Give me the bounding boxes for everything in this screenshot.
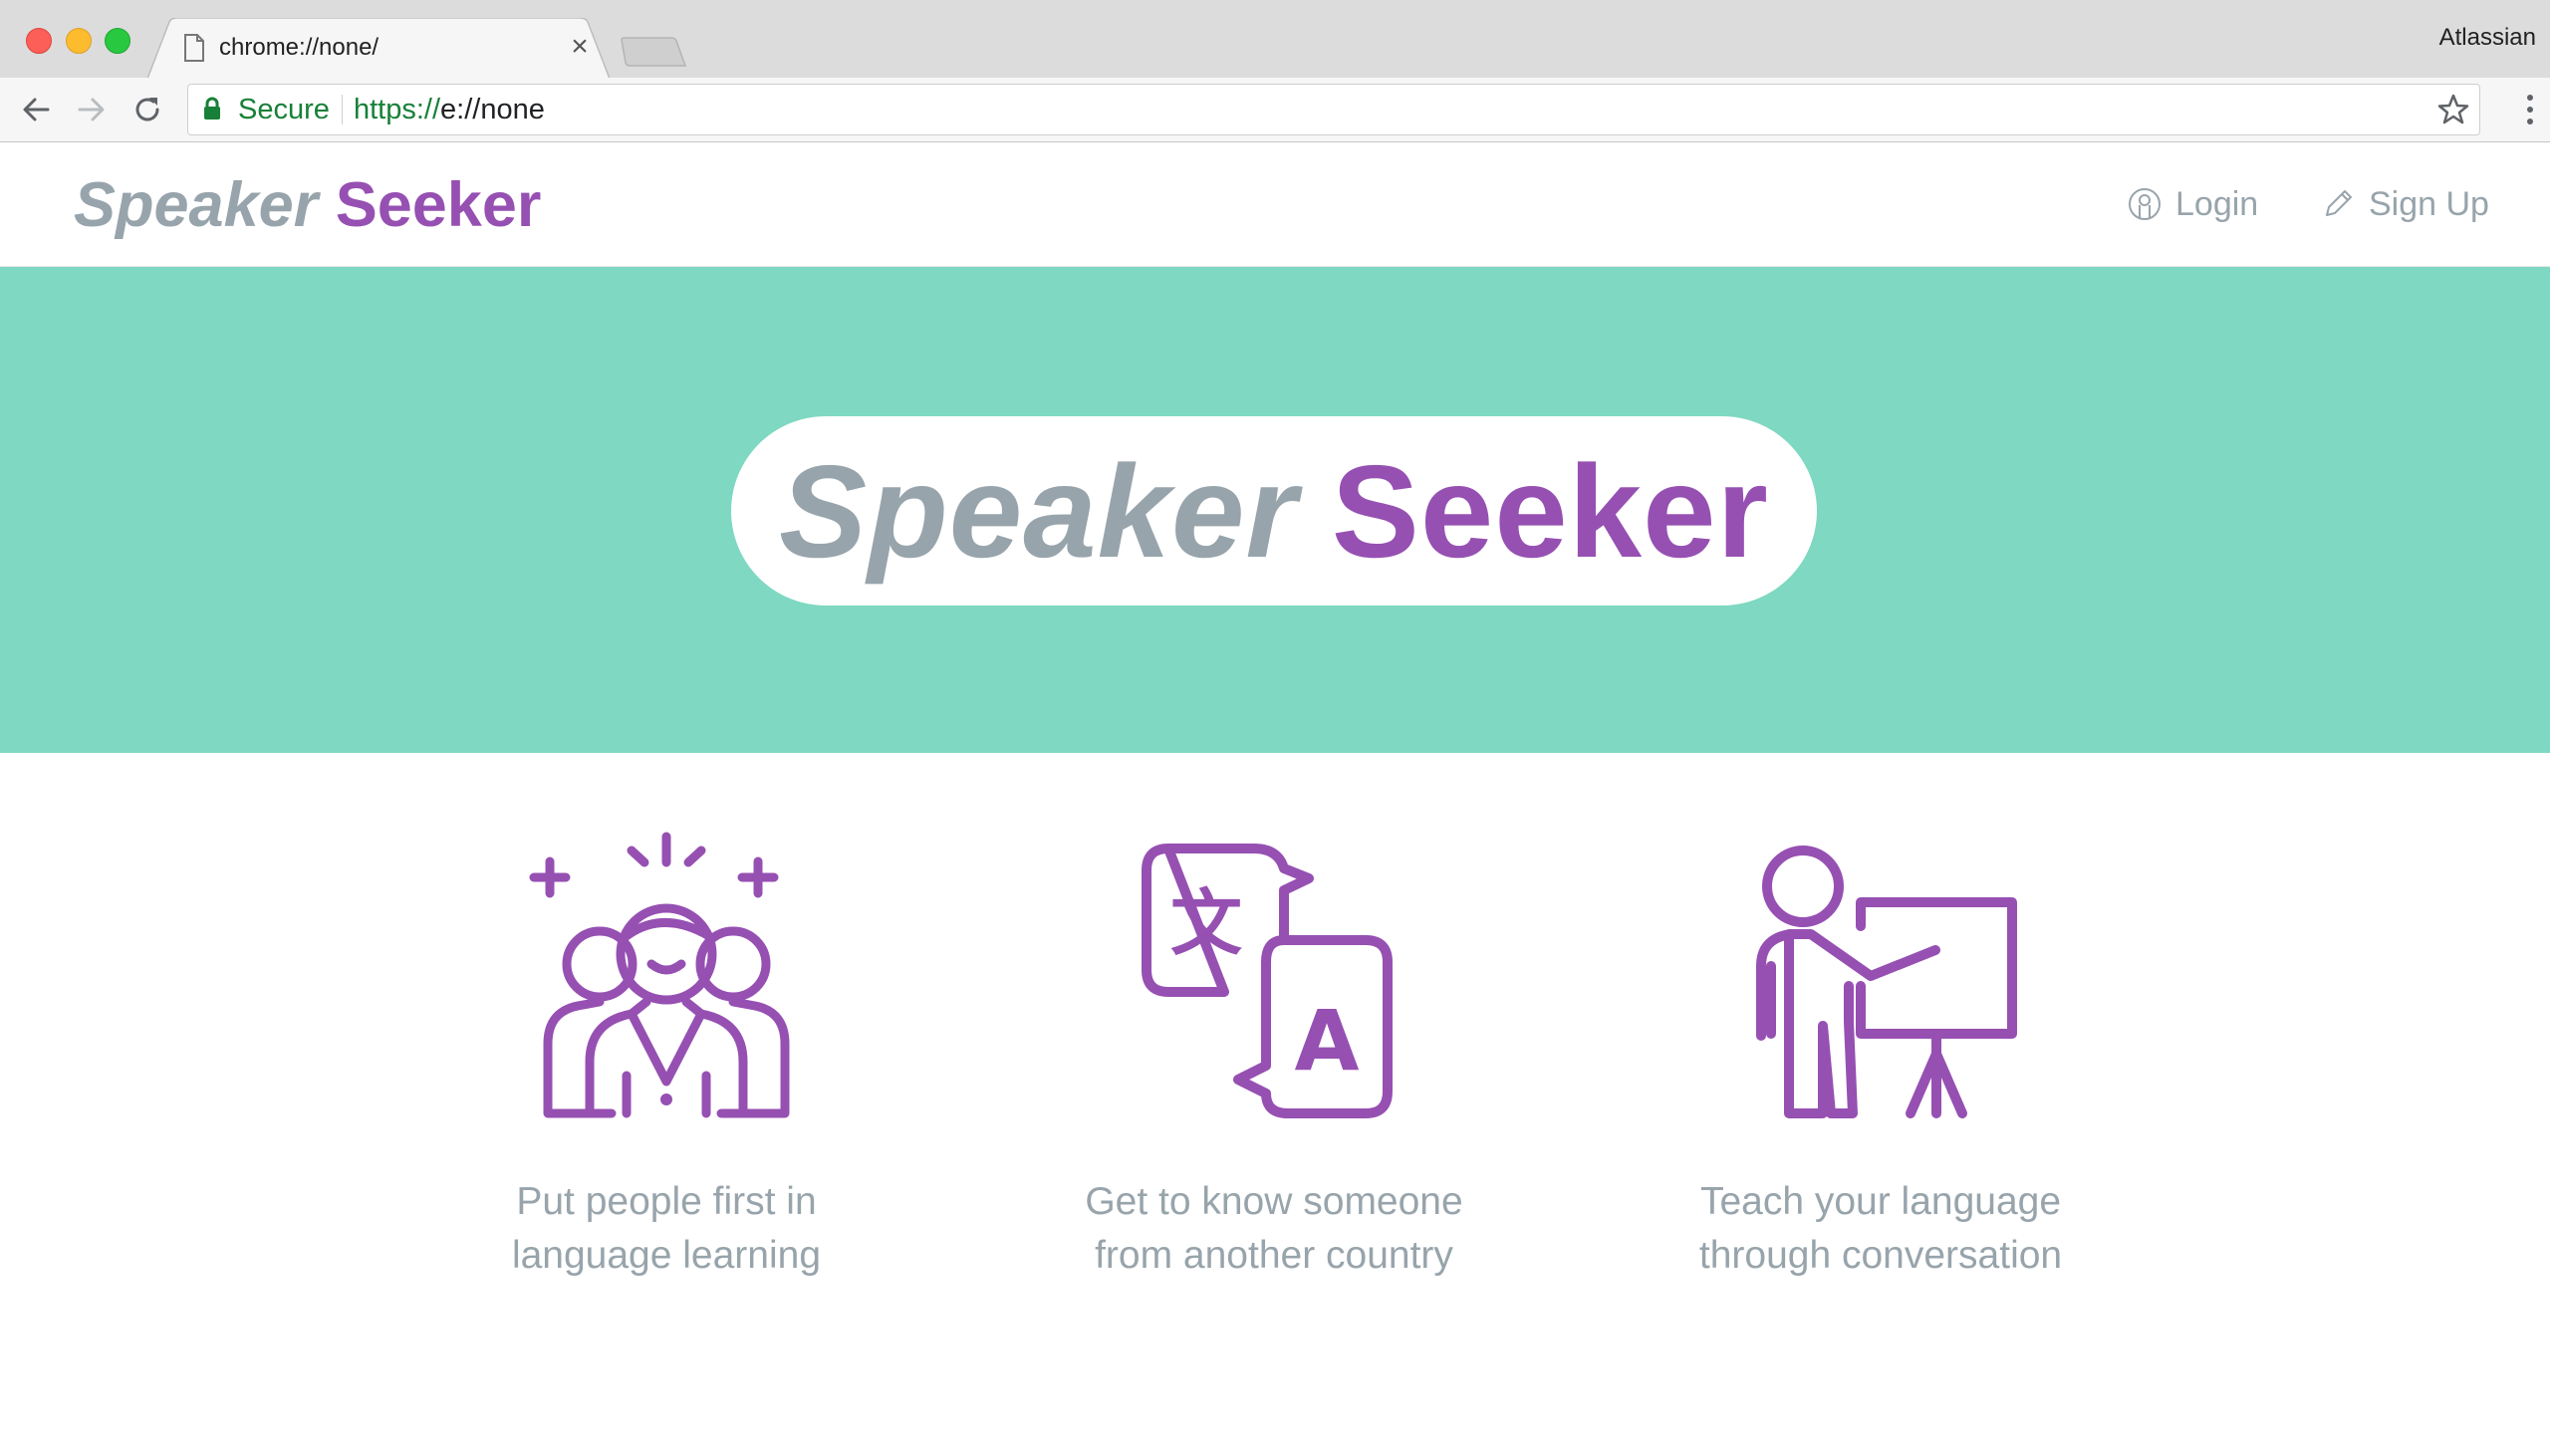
brand-logo-second: Seeker [335,170,542,240]
back-arrow-icon[interactable] [18,92,54,127]
browser-tab-strip: chrome://none/ × Atlassian [0,0,2550,79]
url-path: e://none [440,94,545,125]
login-link[interactable]: Login [2128,182,2258,226]
security-label: Secure [238,94,330,125]
omnibox-divider [342,95,343,124]
login-label: Login [2175,184,2259,223]
svg-text:A: A [1294,992,1359,1090]
signup-link[interactable]: Sign Up [2321,182,2489,226]
translate-icon: 文 A [1142,844,1393,1118]
address-bar[interactable]: Secure https://e://none [187,84,2480,135]
bookmark-star-icon[interactable] [2435,92,2471,127]
url-text[interactable]: https://e://none [354,92,545,127]
hero-title-first: Speaker [779,437,1298,585]
browser-tab[interactable]: chrome://none/ × [147,18,610,79]
page-file-icon [184,34,204,62]
svg-text:文: 文 [1170,881,1242,965]
feature-teach-language-line-2: through conversation [1698,1234,2063,1277]
signup-label: Sign Up [2369,184,2489,223]
pencil-icon [2326,190,2352,216]
feature-people-first: Put people first in language learning [387,827,945,1283]
feature-teach-language-text: Teach your language through conversation [1602,1175,2160,1283]
brand-logo[interactable]: Speaker Seeker [74,168,541,242]
brand-logo-first: Speaker [74,170,319,240]
hero-title-pill: Speaker Seeker [731,416,1817,606]
site-header: Speaker Seeker Login Sign Up [0,142,2550,267]
reload-icon[interactable] [129,92,165,127]
browser-toolbar: Secure https://e://none [0,78,2550,142]
browser-menu-icon[interactable] [2524,92,2536,127]
new-tab-button[interactable] [620,36,689,68]
feature-know-someone-line-2: from another country [1095,1234,1453,1277]
forward-arrow-icon[interactable] [74,92,110,127]
tab-title: chrome://none/ [219,34,380,61]
maximize-window-button[interactable] [105,28,130,54]
feature-teach-language-line-1: Teach your language [1699,1180,2062,1223]
teacher-presentation-icon [1756,846,2017,1118]
hero-banner: Speaker Seeker [0,267,2550,753]
team-people-icon [529,832,790,1118]
tab-close-icon[interactable]: × [564,31,596,63]
hero-title-second: Seeker [1331,437,1769,585]
feature-know-someone-text: Get to know someone from another country [995,1175,1553,1283]
close-window-button[interactable] [26,28,52,54]
feature-know-someone-line-1: Get to know someone [1085,1180,1463,1223]
feature-know-someone: 文 A Get to know someone from another cou… [995,827,1553,1283]
url-scheme: https:// [354,94,441,125]
profile-name[interactable]: Atlassian [2439,24,2536,52]
hero-title: Speaker Seeker [731,416,1817,606]
feature-teach-language: Teach your language through conversation [1602,827,2160,1283]
lock-icon [204,97,220,120]
minimize-window-button[interactable] [66,28,92,54]
feature-people-first-line-2: language learning [511,1234,822,1277]
user-icon [2129,188,2161,220]
feature-people-first-text: Put people first in language learning [387,1175,945,1283]
feature-people-first-line-1: Put people first in [516,1180,817,1223]
